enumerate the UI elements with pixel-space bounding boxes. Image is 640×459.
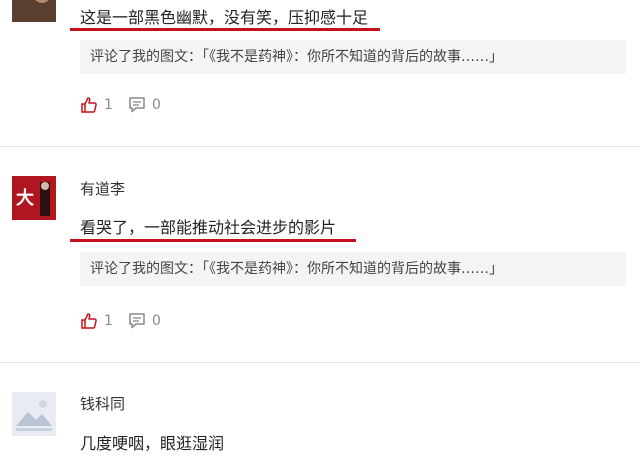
divider (0, 362, 640, 363)
reply-prefix: 评论了我的图文： (90, 49, 202, 65)
comment-icon (129, 313, 145, 329)
reply-quote: 「《我不是药神》：你所不知道的背后的故事……」 (202, 261, 503, 277)
username[interactable]: 有道李 (80, 178, 125, 199)
reply-prefix: 评论了我的图文： (90, 261, 202, 277)
thumbs-up-icon (81, 97, 97, 113)
like-count: 1 (104, 313, 113, 329)
comment-text: 几度哽咽，眼逛湿润 (80, 434, 225, 453)
reply-quote: 「《我不是药神》：你所不知道的背后的故事……」 (202, 49, 503, 65)
reply-button[interactable]: 0 (128, 312, 161, 330)
like-count: 1 (104, 97, 113, 113)
like-button[interactable]: 1 (80, 312, 113, 330)
avatar[interactable]: 大 (12, 176, 56, 220)
comment-text: 这是一部黑色幽默，没有笑，压抑感十足 (80, 8, 369, 27)
avatar[interactable] (12, 0, 56, 22)
like-button[interactable]: 1 (80, 96, 113, 114)
avatar-label: 大 (16, 188, 34, 209)
comment-icon (129, 97, 145, 113)
reply-count: 0 (152, 97, 161, 113)
reply-quote-box[interactable]: 评论了我的图文：「《我不是药神》：你所不知道的背后的故事……」 (80, 252, 626, 286)
comment-text: 看哭了，一部能推动社会进步的影片 (80, 218, 337, 237)
reply-quote-box[interactable]: 评论了我的图文：「《我不是药神》：你所不知道的背后的故事……」 (80, 40, 626, 74)
avatar[interactable] (12, 392, 56, 436)
reply-count: 0 (152, 313, 161, 329)
divider (0, 146, 640, 147)
username[interactable]: 钱科同 (80, 393, 125, 414)
highlight-underline (70, 239, 356, 242)
reply-button[interactable]: 0 (128, 96, 161, 114)
highlight-underline (70, 28, 380, 31)
thumbs-up-icon (81, 313, 97, 329)
